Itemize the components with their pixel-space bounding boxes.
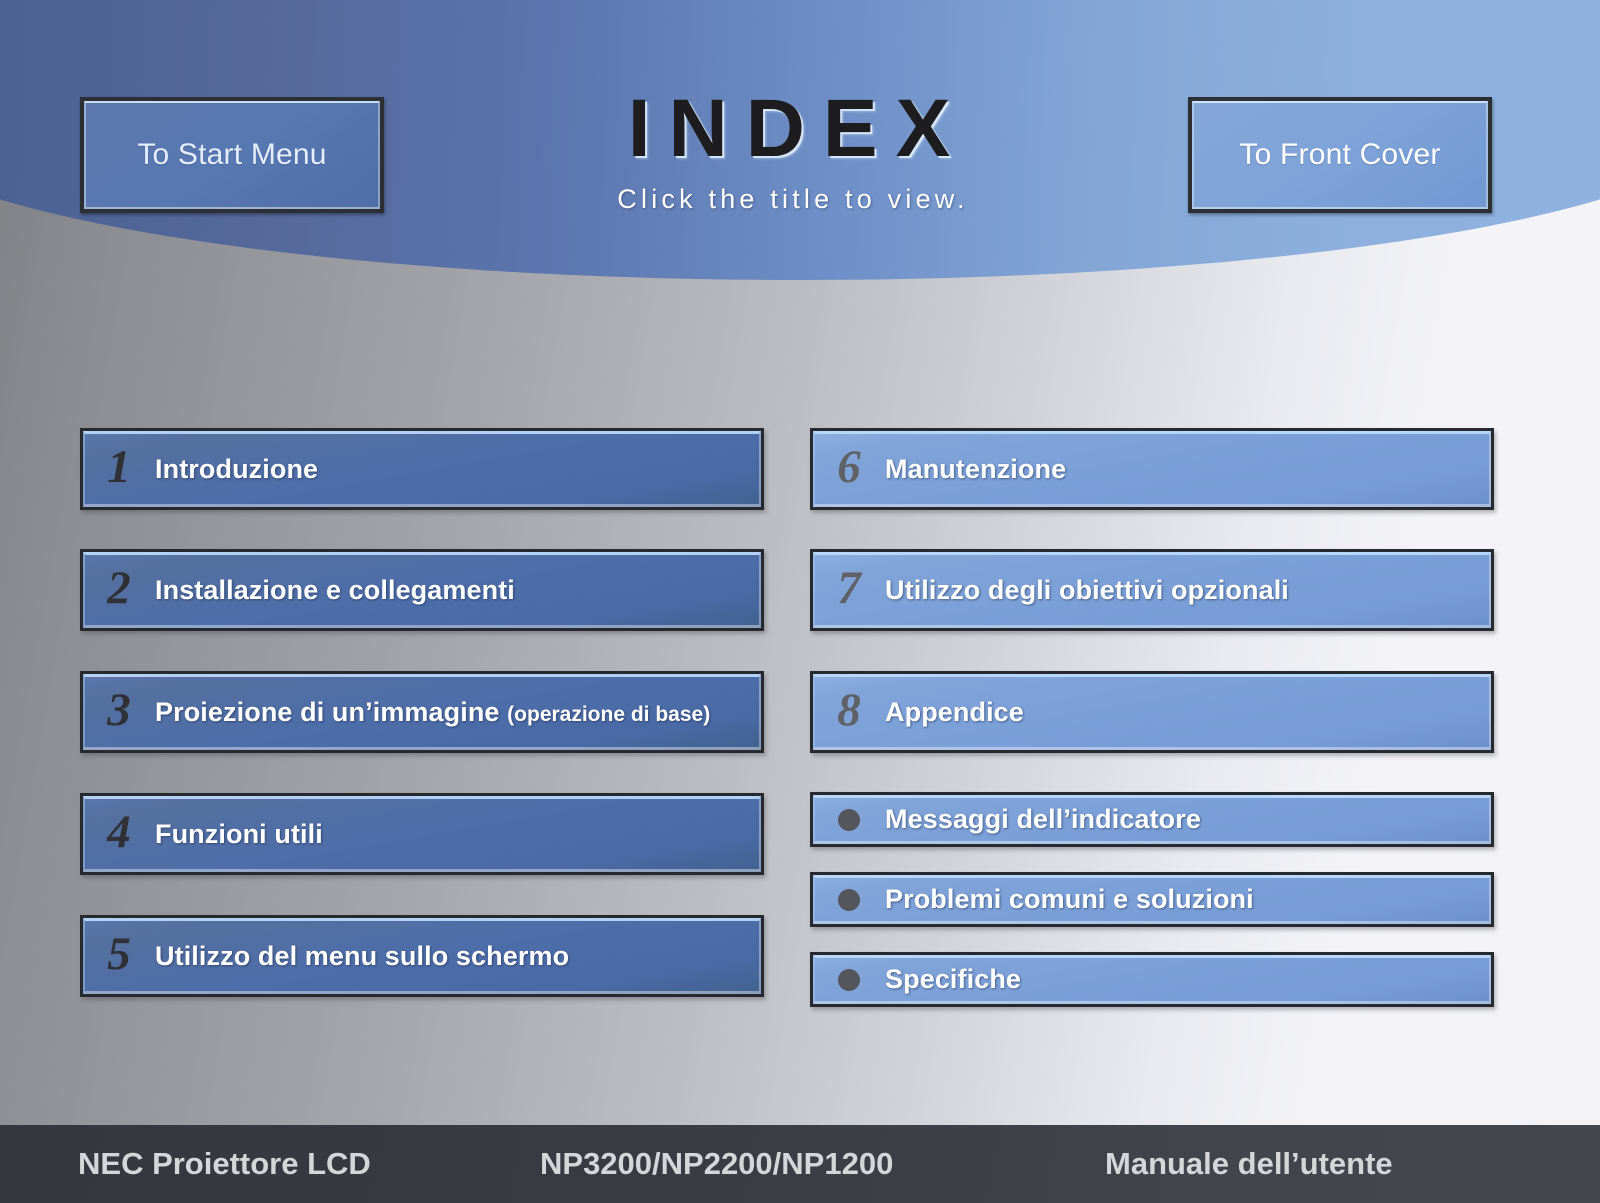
item-number: 5 — [107, 927, 131, 980]
footer-model: NP3200/NP2200/NP1200 — [540, 1146, 894, 1181]
menu-item-utilizzo-degli-obiettivi-opzionali[interactable]: 7 Utilizzo degli obiettivi opzionali — [810, 549, 1494, 631]
item-label: Appendice — [885, 696, 1024, 727]
bullet-icon — [813, 968, 885, 991]
bullet-icon — [813, 808, 885, 831]
item-label: Manutenzione — [885, 453, 1067, 484]
item-label: Installazione e collegamenti — [155, 574, 515, 605]
item-number: 7 — [837, 561, 861, 614]
item-label: Specifiche — [885, 964, 1022, 994]
menu-item-problemi-comuni-e-soluzioni[interactable]: Problemi comuni e soluzioni — [810, 872, 1494, 927]
menu-item-specifiche[interactable]: Specifiche — [810, 952, 1494, 1007]
item-label: Messaggi dell’indicatore — [885, 804, 1201, 834]
item-label: Introduzione — [155, 453, 319, 484]
bullet-icon — [813, 888, 885, 911]
item-number: 8 — [837, 683, 861, 736]
footer-brand: NEC Proiettore LCD — [78, 1146, 371, 1181]
index-menu: 1 Introduzione 2 Installazione e collega… — [0, 0, 1600, 1203]
item-number: 1 — [107, 440, 131, 493]
item-sublabel: (operazione di base) — [507, 702, 711, 726]
item-label: Funzioni utili — [155, 818, 323, 849]
item-label: Proiezione di un’immagine (operazione di… — [155, 696, 711, 727]
menu-item-introduzione[interactable]: 1 Introduzione — [80, 428, 764, 510]
menu-item-funzioni-utili[interactable]: 4 Funzioni utili — [80, 793, 764, 875]
index-page: To Start Menu INDEX Click the title to v… — [0, 0, 1600, 1203]
menu-item-messaggi-dell-indicatore[interactable]: Messaggi dell’indicatore — [810, 792, 1494, 847]
item-number: 6 — [837, 440, 861, 493]
item-number: 3 — [107, 683, 131, 736]
menu-item-appendice[interactable]: 8 Appendice — [810, 671, 1494, 753]
footer-manual: Manuale dell’utente — [1105, 1146, 1393, 1181]
item-number: 2 — [107, 561, 131, 614]
menu-item-installazione-e-collegamenti[interactable]: 2 Installazione e collegamenti — [80, 549, 764, 631]
menu-item-utilizzo-del-menu-sullo-schermo[interactable]: 5 Utilizzo del menu sullo schermo — [80, 915, 764, 997]
item-label: Utilizzo degli obiettivi opzionali — [885, 574, 1289, 605]
menu-item-proiezione-di-un-immagine[interactable]: 3 Proiezione di un’immagine (operazione … — [80, 671, 764, 753]
item-label: Problemi comuni e soluzioni — [885, 884, 1254, 914]
menu-item-manutenzione[interactable]: 6 Manutenzione — [810, 428, 1494, 510]
footer-bar: NEC Proiettore LCD NP3200/NP2200/NP1200 … — [0, 1125, 1600, 1203]
item-number: 4 — [107, 805, 131, 858]
item-label: Utilizzo del menu sullo schermo — [155, 940, 570, 971]
